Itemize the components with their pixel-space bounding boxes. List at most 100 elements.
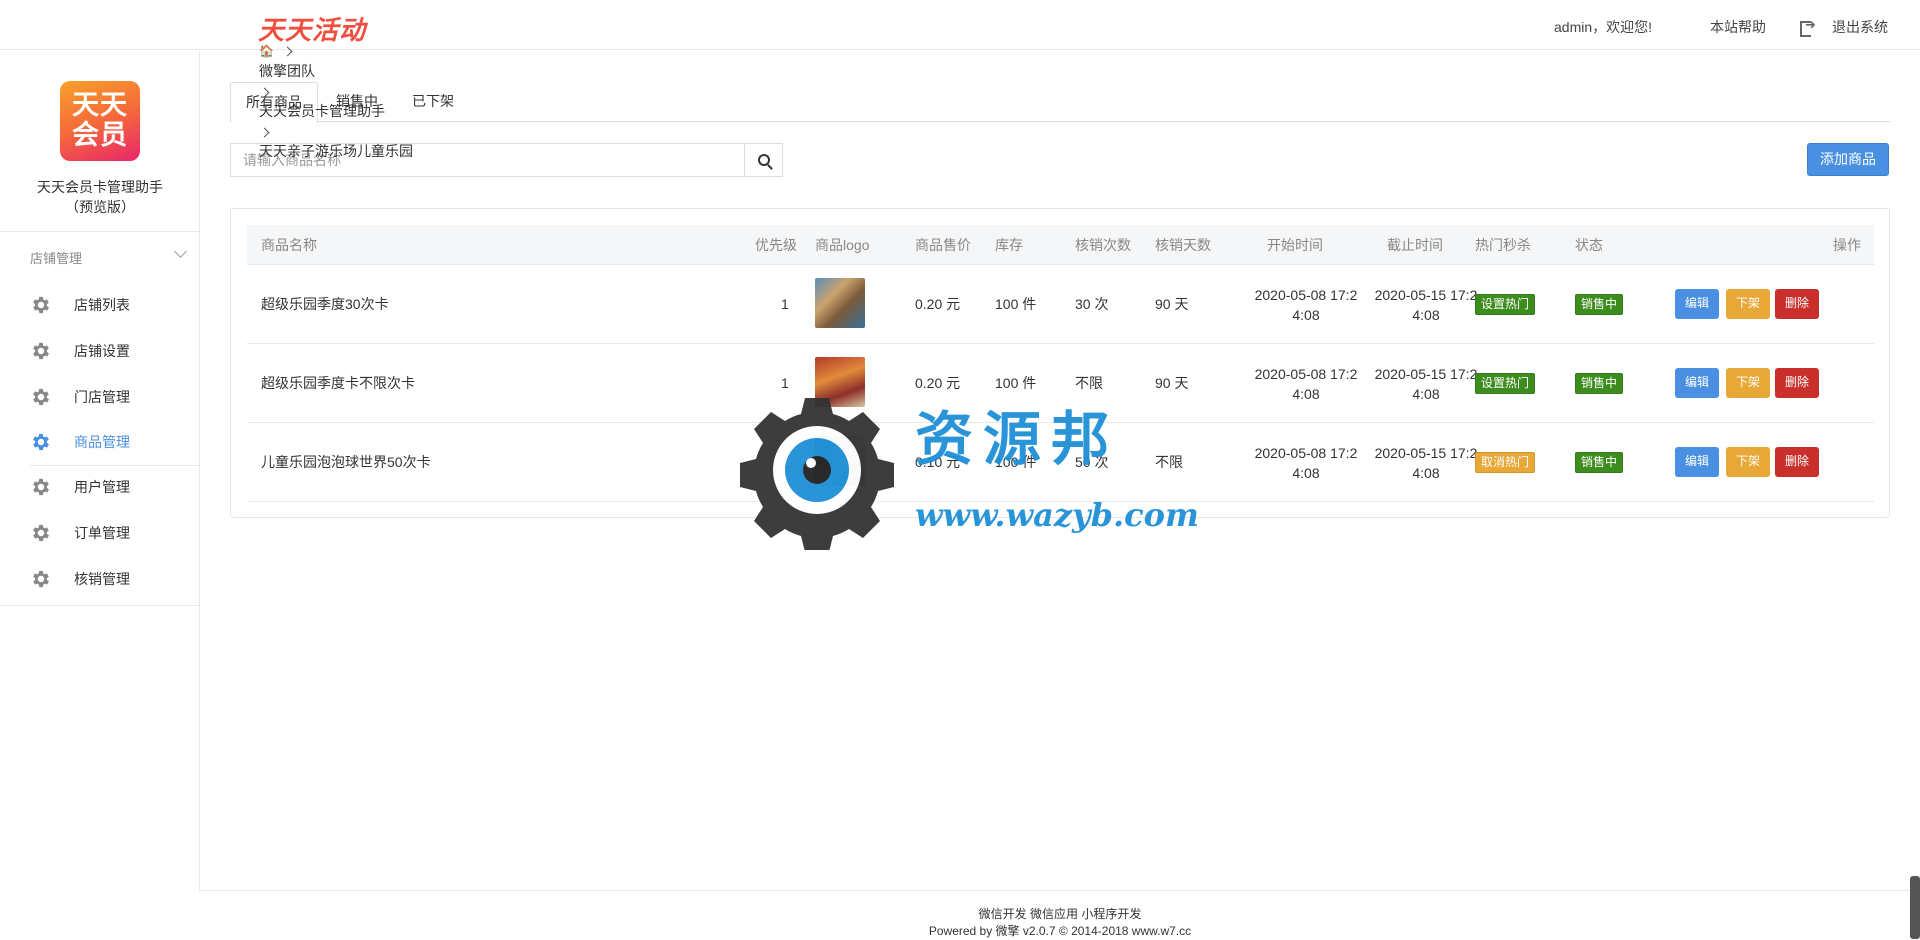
status-badge: 销售中 xyxy=(1575,294,1624,315)
product-priority: 1 xyxy=(781,296,789,312)
product-start-time: 2020-05-08 17:2 4:08 xyxy=(1254,445,1358,481)
chevron-right-icon xyxy=(282,46,293,57)
user-greeting: admin，欢迎您! xyxy=(1554,19,1653,35)
col-logo: 商品logo xyxy=(815,237,870,253)
search-button[interactable] xyxy=(744,144,782,176)
product-stock: 100 件 xyxy=(995,296,1037,312)
sidebar-item-verification-management[interactable]: 核销管理 xyxy=(0,557,200,601)
sidebar-item-label: 订单管理 xyxy=(74,525,130,541)
footer-links[interactable]: 微信开发 微信应用 小程序开发 xyxy=(200,906,1920,923)
delete-button[interactable]: 删除 xyxy=(1775,289,1820,319)
product-start-time: 2020-05-08 17:2 4:08 xyxy=(1254,287,1358,323)
status-badge: 销售中 xyxy=(1575,373,1624,394)
add-product-button[interactable]: 添加商品 xyxy=(1807,143,1889,176)
gear-icon xyxy=(30,386,52,408)
chevron-right-icon xyxy=(259,127,270,138)
help-link[interactable]: 本站帮助 xyxy=(1710,17,1766,37)
gear-icon xyxy=(30,340,52,362)
sidebar-item-label: 店铺列表 xyxy=(74,297,130,313)
col-actions: 操作 xyxy=(1833,237,1861,253)
product-priority: 1 xyxy=(781,454,789,470)
col-end-time: 截止时间 xyxy=(1387,237,1443,253)
product-price: 0.10 元 xyxy=(915,454,961,470)
col-status: 状态 xyxy=(1575,237,1603,253)
gear-icon xyxy=(30,431,52,453)
off-shelf-button[interactable]: 下架 xyxy=(1726,447,1771,477)
col-start-time: 开始时间 xyxy=(1267,237,1323,253)
product-end-time: 2020-05-15 17:2 4:08 xyxy=(1374,445,1478,481)
product-stock: 100 件 xyxy=(995,454,1037,470)
footer-copyright: Powered by 微擎 v2.0.7 © 2014-2018 www.w7.… xyxy=(928,924,1192,938)
product-logo-image xyxy=(815,436,865,486)
gear-icon xyxy=(30,294,52,316)
sidebar-item-order-management[interactable]: 订单管理 xyxy=(0,511,200,555)
breadcrumb: 🏠 微擎团队 天天会员卡管理助手 天天亲子游乐场儿童乐园 xyxy=(259,40,413,161)
product-price: 0.20 元 xyxy=(915,375,961,391)
sidebar-item-product-management[interactable]: 商品管理 xyxy=(0,420,200,464)
product-name: 超级乐园季度卡不限次卡 xyxy=(261,375,415,391)
col-price: 商品售价 xyxy=(915,237,971,253)
product-verify-days: 90 天 xyxy=(1155,296,1189,312)
footer: 微信开发 微信应用 小程序开发 Powered by 微擎 v2.0.7 © 2… xyxy=(200,890,1920,939)
delete-button[interactable]: 删除 xyxy=(1775,368,1820,398)
gear-icon xyxy=(30,522,52,544)
sidebar-item-label: 商品管理 xyxy=(74,434,130,450)
col-verify-count: 核销次数 xyxy=(1075,237,1131,253)
col-stock: 库存 xyxy=(995,237,1023,253)
product-verify-days: 90 天 xyxy=(1155,375,1189,391)
app-edition: （预览版） xyxy=(65,199,135,215)
scrollbar-thumb[interactable] xyxy=(1910,876,1920,939)
breadcrumb-item[interactable]: 天天亲子游乐场儿童乐园 xyxy=(259,141,413,161)
product-start-time: 2020-05-08 17:2 4:08 xyxy=(1254,366,1358,402)
breadcrumb-item[interactable]: 微擎团队 xyxy=(259,61,413,81)
edit-button[interactable]: 编辑 xyxy=(1675,447,1720,477)
product-logo-image xyxy=(815,278,865,328)
edit-button[interactable]: 编辑 xyxy=(1675,368,1720,398)
home-icon[interactable]: 🏠 xyxy=(259,44,274,58)
sidebar-item-branch-management[interactable]: 门店管理 xyxy=(0,375,200,419)
sidebar-item-store-settings[interactable]: 店铺设置 xyxy=(0,329,200,373)
product-end-time: 2020-05-15 17:2 4:08 xyxy=(1374,366,1478,402)
sidebar-item-label: 门店管理 xyxy=(74,389,130,405)
sidebar-divider xyxy=(0,605,200,606)
sidebar-divider xyxy=(0,231,200,232)
product-verify-count: 30 次 xyxy=(1075,296,1109,312)
table-row: 超级乐园季度卡不限次卡 1 0.20 元 100 件 不限 90 天 2020-… xyxy=(247,344,1874,423)
cancel-hot-button[interactable]: 取消热门 xyxy=(1475,452,1536,473)
product-name: 超级乐园季度30次卡 xyxy=(261,296,389,312)
table-row: 儿童乐园泡泡球世界50次卡 1 0.10 元 100 件 50 次 不限 202… xyxy=(247,423,1874,502)
delete-button[interactable]: 删除 xyxy=(1775,447,1820,477)
table-header: 商品名称 优先级 商品logo 商品售价 库存 核销次数 核销天数 开始时间 截… xyxy=(247,225,1874,265)
product-price: 0.20 元 xyxy=(915,296,961,312)
sidebar-group-store[interactable]: 店铺管理 xyxy=(30,248,190,267)
off-shelf-button[interactable]: 下架 xyxy=(1726,289,1771,319)
breadcrumb-item[interactable]: 天天会员卡管理助手 xyxy=(259,101,413,121)
gear-icon xyxy=(30,568,52,590)
status-badge: 销售中 xyxy=(1575,452,1624,473)
off-shelf-button[interactable]: 下架 xyxy=(1726,368,1771,398)
app-logo: 天天 会员 xyxy=(60,81,140,161)
product-stock: 100 件 xyxy=(995,375,1037,391)
exit-label: 退出系统 xyxy=(1832,19,1888,35)
set-hot-button[interactable]: 设置热门 xyxy=(1475,373,1536,394)
product-tabs: 所有商品 销售中 已下架 xyxy=(230,82,1890,123)
app-logo-line1: 天天 xyxy=(72,90,128,120)
exit-link[interactable]: 退出系统 xyxy=(1800,17,1888,37)
product-verify-count: 不限 xyxy=(1075,375,1103,391)
sidebar-item-label: 核销管理 xyxy=(74,571,130,587)
sidebar-item-store-list[interactable]: 店铺列表 xyxy=(0,283,200,327)
col-hot-sale: 热门秒杀 xyxy=(1475,237,1531,253)
chevron-right-icon xyxy=(259,87,270,98)
product-table: 商品名称 优先级 商品logo 商品售价 库存 核销次数 核销天数 开始时间 截… xyxy=(247,225,1874,502)
edit-button[interactable]: 编辑 xyxy=(1675,289,1720,319)
logout-icon xyxy=(1800,17,1816,37)
product-table-panel: 商品名称 优先级 商品logo 商品售价 库存 核销次数 核销天数 开始时间 截… xyxy=(230,208,1890,518)
app-name-text: 天天会员卡管理助手 xyxy=(37,179,163,195)
product-priority: 1 xyxy=(781,375,789,391)
sidebar-item-user-management[interactable]: 用户管理 xyxy=(0,465,200,509)
table-row: 超级乐园季度30次卡 1 0.20 元 100 件 30 次 90 天 2020… xyxy=(247,265,1874,344)
set-hot-button[interactable]: 设置热门 xyxy=(1475,294,1536,315)
sidebar: 天天 会员 天天会员卡管理助手 （预览版） 店铺管理 店铺列表 店铺设置 门店管… xyxy=(0,51,200,891)
product-name: 儿童乐园泡泡球世界50次卡 xyxy=(261,454,431,470)
col-name: 商品名称 xyxy=(261,237,317,253)
